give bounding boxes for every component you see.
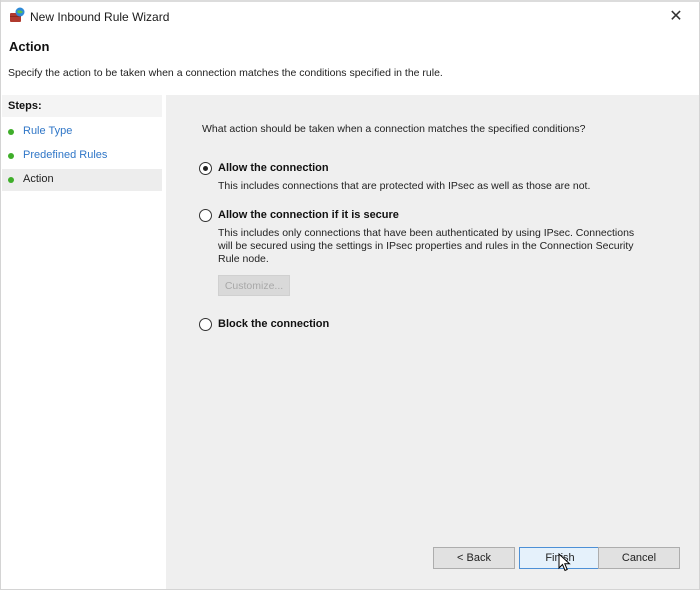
close-button[interactable]: ✕ <box>653 2 699 30</box>
wizard-header: Action Specify the action to be taken wh… <box>1 30 699 90</box>
step-rule-type[interactable]: Rule Type <box>2 121 162 143</box>
close-icon: ✕ <box>669 8 683 25</box>
option-description: This includes only connections that have… <box>218 227 635 265</box>
steps-pane: Steps: Rule Type Predefined Rules Action <box>2 95 162 589</box>
option-description: This includes connections that are prote… <box>218 180 591 192</box>
radio-block[interactable] <box>199 318 212 331</box>
action-question: What action should be taken when a conne… <box>202 123 586 135</box>
firewall-icon <box>10 7 25 22</box>
finish-button[interactable]: Finish <box>519 547 601 569</box>
option-label[interactable]: Allow the connection if it is secure <box>218 209 399 221</box>
steps-heading: Steps: <box>2 95 162 117</box>
step-action: Action <box>2 169 162 191</box>
step-predefined-rules[interactable]: Predefined Rules <box>2 145 162 167</box>
cancel-button[interactable]: Cancel <box>598 547 680 569</box>
page-title: Action <box>9 39 50 54</box>
content-pane: What action should be taken when a conne… <box>166 95 699 589</box>
step-label[interactable]: Predefined Rules <box>23 149 107 161</box>
step-complete-icon <box>8 129 14 135</box>
step-label[interactable]: Rule Type <box>23 125 72 137</box>
option-label[interactable]: Block the connection <box>218 318 329 330</box>
page-description: Specify the action to be taken when a co… <box>8 67 443 79</box>
option-label[interactable]: Allow the connection <box>218 162 329 174</box>
radio-allow-secure[interactable] <box>199 209 212 222</box>
customize-button: Customize... <box>218 275 290 296</box>
back-button[interactable]: < Back <box>433 547 515 569</box>
step-complete-icon <box>8 153 14 159</box>
title-bar[interactable]: New Inbound Rule Wizard ✕ <box>1 2 699 30</box>
window-title: New Inbound Rule Wizard <box>30 10 170 24</box>
radio-allow[interactable] <box>199 162 212 175</box>
steps-heading-label: Steps: <box>8 100 42 112</box>
step-label: Action <box>23 173 54 185</box>
wizard-window: New Inbound Rule Wizard ✕ Action Specify… <box>0 0 700 590</box>
step-current-icon <box>8 177 14 183</box>
